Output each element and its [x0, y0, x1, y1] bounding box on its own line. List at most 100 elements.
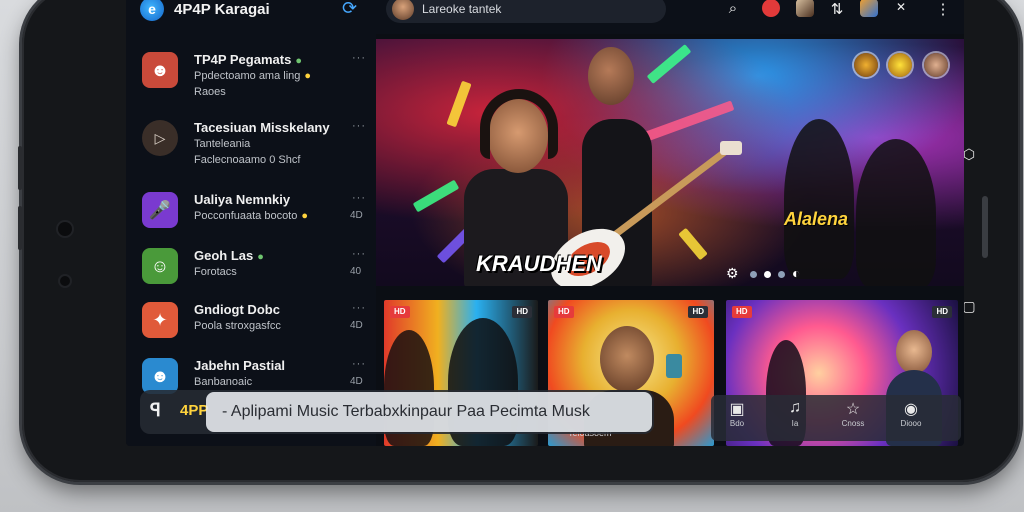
nav-favorites[interactable]: ☆ Cnoss [833, 399, 873, 428]
star-icon: ☆ [845, 401, 861, 418]
transfer-icon[interactable]: ⇅ [826, 0, 848, 18]
brand-logo-icon: ꟼ [150, 400, 161, 420]
hero-tagline: Alalena [784, 209, 849, 229]
crowd-silhouette [856, 139, 936, 286]
app-screen: e 4P4P Karagai ⟳ ☻ TP4P Pegamats ● Ppdect… [126, 0, 964, 446]
nav-label: Cnoss [841, 419, 865, 428]
more-vertical-icon[interactable]: ⋮ [932, 0, 954, 18]
more-icon[interactable]: ··· [352, 192, 366, 204]
hd-badge: HD [554, 306, 574, 318]
user-avatar[interactable] [392, 0, 414, 20]
app-logo-icon: e [140, 0, 164, 21]
sidebar: e 4P4P Karagai ⟳ ☻ TP4P Pegamats ● Ppdect… [126, 0, 376, 446]
more-icon[interactable]: ··· [352, 52, 366, 64]
chat-name: Ualiya Nemnkiy [194, 192, 291, 207]
front-camera [58, 222, 72, 236]
gallery-icon[interactable] [860, 0, 878, 17]
nav-label: Diooo [900, 419, 922, 428]
phone-prop-icon [666, 354, 682, 378]
promo-banner[interactable]: ꟼ 4PP - Aplipami Music Terbabxkinpaur Pa… [140, 390, 654, 434]
chat-item[interactable]: ▷ Tacesiuan Misskelany Tanteleania Facle… [126, 116, 376, 172]
chat-name: TP4P Pegamats ● [194, 52, 302, 67]
app-title: 4P4P Karagai [174, 1, 270, 18]
neon-stripe [412, 179, 460, 213]
hero-banner[interactable]: KRAUDHEN Alalena ⚙ ◐ [376, 39, 964, 286]
crowd-silhouette [784, 119, 854, 279]
sync-icon[interactable]: ⟳ [342, 0, 357, 19]
more-icon[interactable]: ··· [352, 358, 366, 370]
bottom-nav: ▣ Bdo ♫ Ia ☆ Cnoss ◉ Diooo [711, 395, 961, 441]
chat-item[interactable]: ☻ TP4P Pegamats ● Ppdectoamo ama ling ● Ra… [126, 48, 376, 104]
guitarist-head [588, 47, 634, 105]
item-mark: 4D [350, 320, 363, 331]
more-icon[interactable]: ··· [352, 302, 366, 314]
hd-badge: HD [732, 306, 752, 318]
search-text: Lareoke tantek [422, 2, 502, 16]
nav-label: Bdo [729, 419, 745, 428]
chat-subtitle-2: Raoes [194, 86, 226, 98]
chat-subtitle: Forotacs [194, 266, 237, 278]
search-icon[interactable]: ⌕ [722, 0, 744, 17]
chat-subtitle: Poola stroxgasfcc [194, 320, 281, 332]
side-key [982, 196, 988, 258]
banner-caption-pill: - Aplipami Music Terbabxkinpaur Paa Peci… [206, 392, 652, 432]
record-icon[interactable] [762, 0, 780, 17]
chat-item[interactable]: ✦ Gndiogt Dobc Poola stroxgasfcc ··· 4D [126, 298, 376, 354]
nav-home[interactable]: ▣ Bdo [717, 399, 757, 428]
hero-title: KRAUDHEN [476, 251, 602, 276]
nav-music[interactable]: ♫ Ia [775, 399, 815, 428]
guitar-headstock [720, 141, 742, 155]
search-bar[interactable]: Lareoke tantek [386, 0, 666, 23]
close-tab-icon[interactable]: ✕ [890, 0, 912, 14]
chat-subtitle: Banbanoaic [194, 376, 253, 388]
avatar: ☺ [142, 248, 178, 284]
home-icon: ▣ [729, 401, 745, 418]
carousel-dot[interactable] [750, 271, 757, 278]
chat-name: Jabehn Pastial [194, 358, 286, 373]
power-button [18, 206, 22, 250]
more-icon[interactable]: ··· [352, 120, 366, 132]
item-mark: 4D [350, 210, 363, 221]
chat-subtitle: Ppdectoamo ama ling ● [194, 70, 312, 82]
moon-icon[interactable]: ◐ [792, 265, 800, 281]
avatar: ☻ [142, 358, 178, 394]
hero-avatar-chip[interactable] [924, 53, 948, 77]
music-icon: ♫ [789, 399, 801, 416]
chat-subtitle: Pocconfuaata bocoto ● [194, 210, 309, 222]
profile-thumb-icon[interactable] [796, 0, 814, 17]
gear-icon[interactable]: ⚙ [726, 265, 739, 282]
carousel-dot[interactable] [764, 271, 771, 278]
chat-item[interactable]: 🎤 Ualiya Nemnkiy Pocconfuaata bocoto ● ··… [126, 188, 376, 244]
hd-badge: HD [390, 306, 410, 318]
chat-name: Geoh Las ● [194, 248, 264, 263]
hero-avatar-chip[interactable] [888, 53, 912, 77]
neon-stripe [446, 80, 472, 128]
chat-item[interactable]: ☺ Geoh Las ● Forotacs ··· 40 [126, 244, 376, 300]
hd-badge: HD [932, 306, 952, 318]
neon-stripe [646, 44, 692, 84]
item-mark: 4D [350, 376, 363, 387]
sensor-dot [60, 276, 70, 286]
artist-face [600, 326, 654, 392]
banner-text: - Aplipami Music Terbabxkinpaur Paa Peci… [222, 403, 590, 420]
performer-face [896, 330, 932, 374]
item-mark: 40 [350, 266, 362, 277]
sidebar-header: e 4P4P Karagai ⟳ [126, 0, 376, 34]
top-bar: Lareoke tantek ⌕ ⇅ ✕ ⋮ [376, 0, 964, 34]
chat-name: Gndiogt Dobc [194, 302, 280, 317]
chat-subtitle: Tanteleania [194, 138, 251, 150]
chat-name: Tacesiuan Misskelany [194, 120, 330, 135]
play-icon: ▷ [142, 120, 178, 156]
hero-avatar-chip[interactable] [854, 53, 878, 77]
avatar: ☻ [142, 52, 178, 88]
hd-badge: HD [512, 306, 532, 318]
carousel-dot[interactable] [778, 271, 785, 278]
microphone-icon: 🎤 [142, 192, 178, 228]
hd-badge: HD [688, 306, 708, 318]
phone-frame: ⬡ ▢ e 4P4P Karagai ⟳ ☻ TP4P Pegamats ● Pp… [18, 0, 1020, 482]
brand-name: 4PP [180, 402, 209, 419]
app-tile-icon: ✦ [142, 302, 178, 338]
nav-settings[interactable]: ◉ Diooo [891, 399, 931, 428]
settings-icon: ◉ [904, 401, 918, 418]
more-icon[interactable]: ··· [352, 248, 366, 260]
